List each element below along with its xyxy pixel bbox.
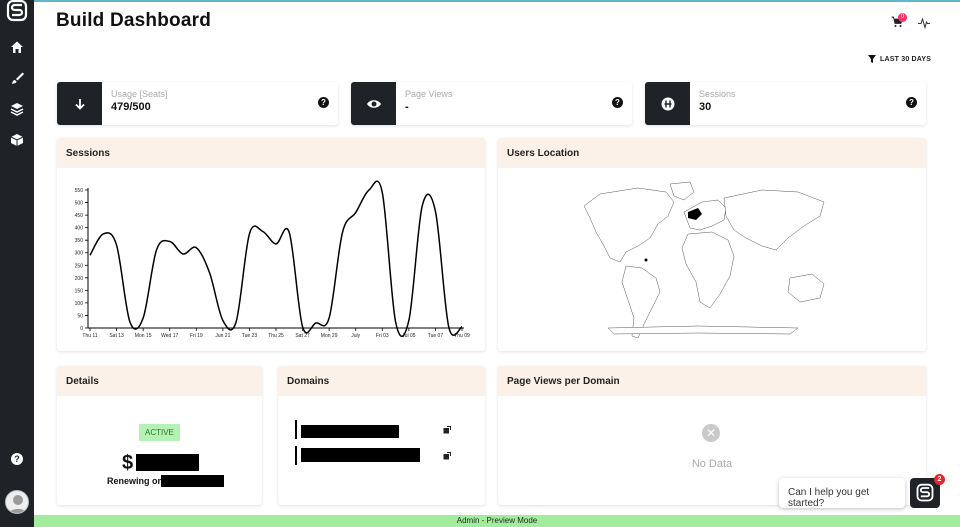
y-tick-label: 350: [75, 238, 84, 244]
map-region-north-america: [583, 187, 675, 263]
no-data-icon: ✕: [702, 424, 720, 442]
redacted-renewal-date: [161, 475, 224, 487]
stat-icon-box: [351, 82, 396, 125]
x-tick-label: Mon 15: [135, 333, 152, 339]
x-tick-label: Tue 23: [242, 333, 258, 339]
y-tick-label: 50: [77, 313, 83, 319]
map-region-greenland: [669, 181, 695, 201]
y-tick-label: 250: [75, 263, 84, 269]
stat-value: 30: [699, 101, 712, 113]
details-panel: Details ACTIVE $ Renewing on: [57, 366, 262, 505]
filter-icon: [868, 55, 876, 63]
x-tick-label: Tue 07: [428, 333, 444, 339]
help-icon[interactable]: ?: [11, 453, 23, 465]
chat-prompt-bubble[interactable]: Can I help you get started?: [779, 478, 905, 509]
date-range-filter[interactable]: LAST 30 DAYS: [868, 55, 931, 63]
preview-mode-bar: Admin - Preview Mode: [34, 515, 960, 527]
map-region-asia: [723, 189, 825, 251]
y-tick-label: 150: [75, 288, 84, 294]
stat-label: Page Views: [405, 89, 453, 99]
map-region-australia: [787, 273, 825, 303]
sessions-icon: [661, 97, 674, 110]
panel-title: Details: [57, 366, 262, 396]
map-region-africa: [681, 231, 735, 309]
help-icon[interactable]: ?: [318, 97, 329, 108]
stat-icon-box: [645, 82, 690, 125]
x-tick-label: July: [351, 333, 360, 339]
brush-icon[interactable]: [9, 70, 25, 86]
domain-accent-bar: [295, 420, 297, 439]
stat-label: Usage [Seats]: [111, 89, 168, 99]
stat-value: 479/500: [111, 101, 151, 113]
page-title: Build Dashboard: [56, 10, 212, 31]
help-icon[interactable]: ?: [906, 97, 917, 108]
date-range-label: LAST 30 DAYS: [880, 55, 932, 63]
panel-title: Users Location: [498, 138, 926, 168]
sidebar: ?: [0, 0, 34, 527]
stat-card-usage: Usage [Seats] 479/500 ?: [57, 82, 338, 125]
home-icon[interactable]: [9, 39, 25, 55]
users-location-panel: Users Location: [498, 138, 926, 351]
chat-notification-badge: 2: [934, 474, 945, 485]
x-tick-label: Sat 13: [109, 333, 124, 339]
x-tick-label: Thu 25: [268, 333, 284, 339]
redacted-domain: [301, 425, 399, 438]
domain-accent-bar: [295, 446, 297, 465]
panel-title: Sessions: [57, 138, 485, 168]
y-tick-label: 200: [75, 276, 84, 282]
brand-s-logo-icon: [916, 483, 934, 502]
x-tick-label: Fri 03: [376, 333, 389, 339]
stat-label: Sessions: [699, 89, 736, 99]
x-tick-label: Fri 19: [190, 333, 203, 339]
y-tick-label: 100: [75, 301, 84, 307]
y-tick-label: 300: [75, 251, 84, 257]
y-tick-label: 550: [75, 188, 84, 194]
no-data-text: No Data: [691, 458, 733, 470]
renewing-label: Renewing on: [107, 476, 163, 486]
avatar[interactable]: [5, 490, 29, 514]
y-tick-label: 400: [75, 226, 84, 232]
map-marker: [644, 258, 648, 262]
x-tick-label: Wed 17: [161, 333, 178, 339]
x-tick-label: Thu 11: [82, 333, 97, 339]
panel-title: Page Views per Domain: [498, 366, 926, 396]
sessions-line-chart: 0 50 100 150 200 250 300 350 400 450 500 550 Thu 11 S…: [75, 180, 470, 339]
brand-s-logo-icon[interactable]: [5, 0, 29, 22]
cart-count-badge: 0: [898, 13, 907, 22]
eye-icon: [366, 99, 381, 108]
domains-panel: Domains: [278, 366, 485, 505]
stat-icon-box: [57, 82, 102, 125]
stat-card-page-views: Page Views - ?: [351, 82, 632, 125]
world-map: [583, 181, 825, 339]
external-link-icon[interactable]: [443, 426, 451, 434]
redacted-domain: [301, 448, 420, 462]
x-tick-label: Sat 27: [295, 333, 310, 339]
stat-value: -: [405, 101, 409, 113]
sessions-series-line: [89, 180, 463, 338]
external-link-icon[interactable]: [443, 452, 451, 460]
layers-icon[interactable]: [9, 101, 25, 117]
y-tick-label: 0: [80, 326, 83, 332]
status-badge: ACTIVE: [139, 424, 180, 441]
x-tick-label: Jun 21: [215, 333, 230, 339]
currency-symbol: $: [122, 452, 134, 474]
cube-icon[interactable]: [9, 132, 25, 148]
x-tick-label: Mon 29: [321, 333, 338, 339]
arrow-down-icon: [74, 98, 85, 110]
help-icon[interactable]: ?: [612, 97, 623, 108]
sessions-panel: Sessions 0 50 100 150 200 250 300 350 400 450 500 5…: [57, 138, 485, 351]
activity-pulse-icon[interactable]: [918, 17, 930, 29]
y-tick-label: 500: [75, 201, 84, 207]
redacted-amount: [136, 454, 199, 471]
main-content: Build Dashboard 0 LAST 30 DAYS Usage [Se…: [34, 2, 960, 515]
user-avatar-icon: [8, 495, 28, 513]
panel-title: Domains: [278, 366, 485, 396]
y-tick-label: 450: [75, 213, 84, 219]
map-region-antarctica: [607, 325, 799, 335]
stat-card-sessions: Sessions 30 ?: [645, 82, 926, 125]
